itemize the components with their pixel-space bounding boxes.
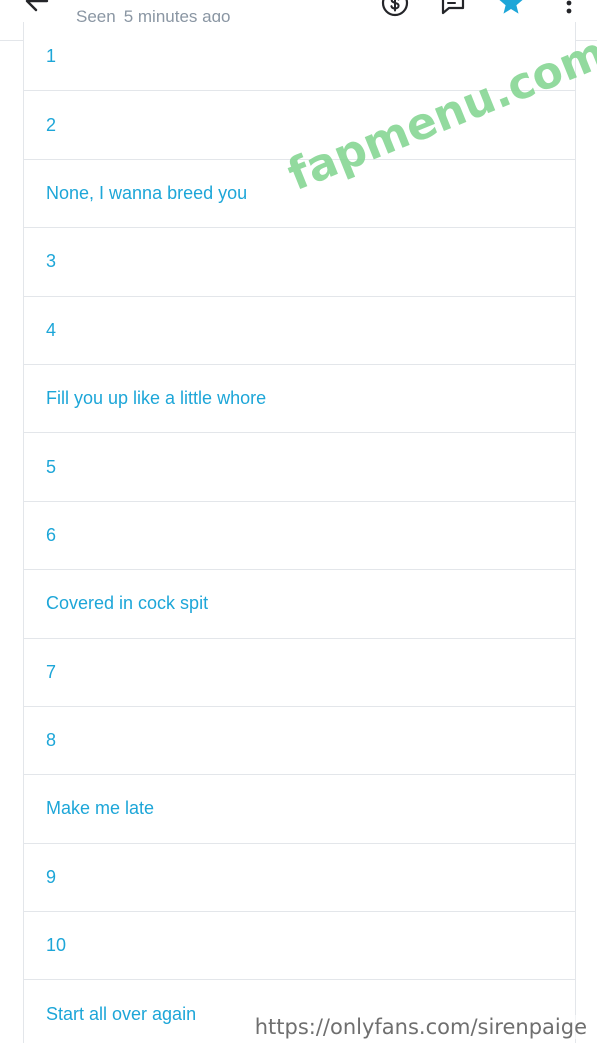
option-label: None, I wanna breed you: [46, 182, 248, 203]
option-item[interactable]: 7: [24, 637, 575, 706]
option-label: 9: [46, 866, 57, 887]
option-item[interactable]: 8: [24, 705, 575, 774]
option-label: Start all over again: [46, 1003, 197, 1024]
back-button[interactable]: [20, 0, 54, 20]
option-label: Covered in cock spit: [46, 593, 209, 614]
option-label: 8: [46, 730, 57, 751]
option-label: 5: [46, 456, 57, 477]
url-watermark: https://onlyfans.com/sirenpaige: [252, 1015, 589, 1039]
option-item[interactable]: 9: [24, 842, 575, 911]
option-item[interactable]: Covered in cock spit: [24, 569, 575, 637]
chat-screen: Seen 5 minutes ago 1 2 None, I wanna bre…: [0, 0, 597, 1043]
option-item[interactable]: Fill you up like a little whore: [24, 363, 575, 432]
option-label: 4: [46, 319, 57, 340]
more-button[interactable]: [555, 0, 583, 19]
option-label: 7: [46, 661, 57, 682]
option-item[interactable]: 5: [24, 432, 575, 500]
option-label: 6: [46, 524, 57, 545]
header-actions: [381, 0, 583, 20]
option-label: Fill you up like a little whore: [46, 388, 267, 409]
option-item[interactable]: 4: [24, 295, 575, 364]
option-item[interactable]: 3: [24, 227, 575, 295]
message-button[interactable]: [439, 0, 467, 19]
option-label: 10: [46, 935, 67, 956]
option-item[interactable]: 6: [24, 500, 575, 569]
option-item[interactable]: Make me late: [24, 774, 575, 842]
more-vertical-icon: [564, 0, 574, 22]
option-label: 2: [46, 114, 57, 135]
dollar-icon: [381, 0, 409, 22]
option-label: 1: [46, 45, 57, 66]
star-icon: [497, 0, 525, 22]
option-item[interactable]: 10: [24, 911, 575, 979]
option-label: Make me late: [46, 798, 155, 819]
option-label: 3: [46, 251, 57, 272]
tip-button[interactable]: [381, 0, 409, 19]
message-icon: [439, 0, 467, 22]
back-arrow-icon: [23, 0, 51, 20]
favorite-button[interactable]: [497, 0, 525, 19]
